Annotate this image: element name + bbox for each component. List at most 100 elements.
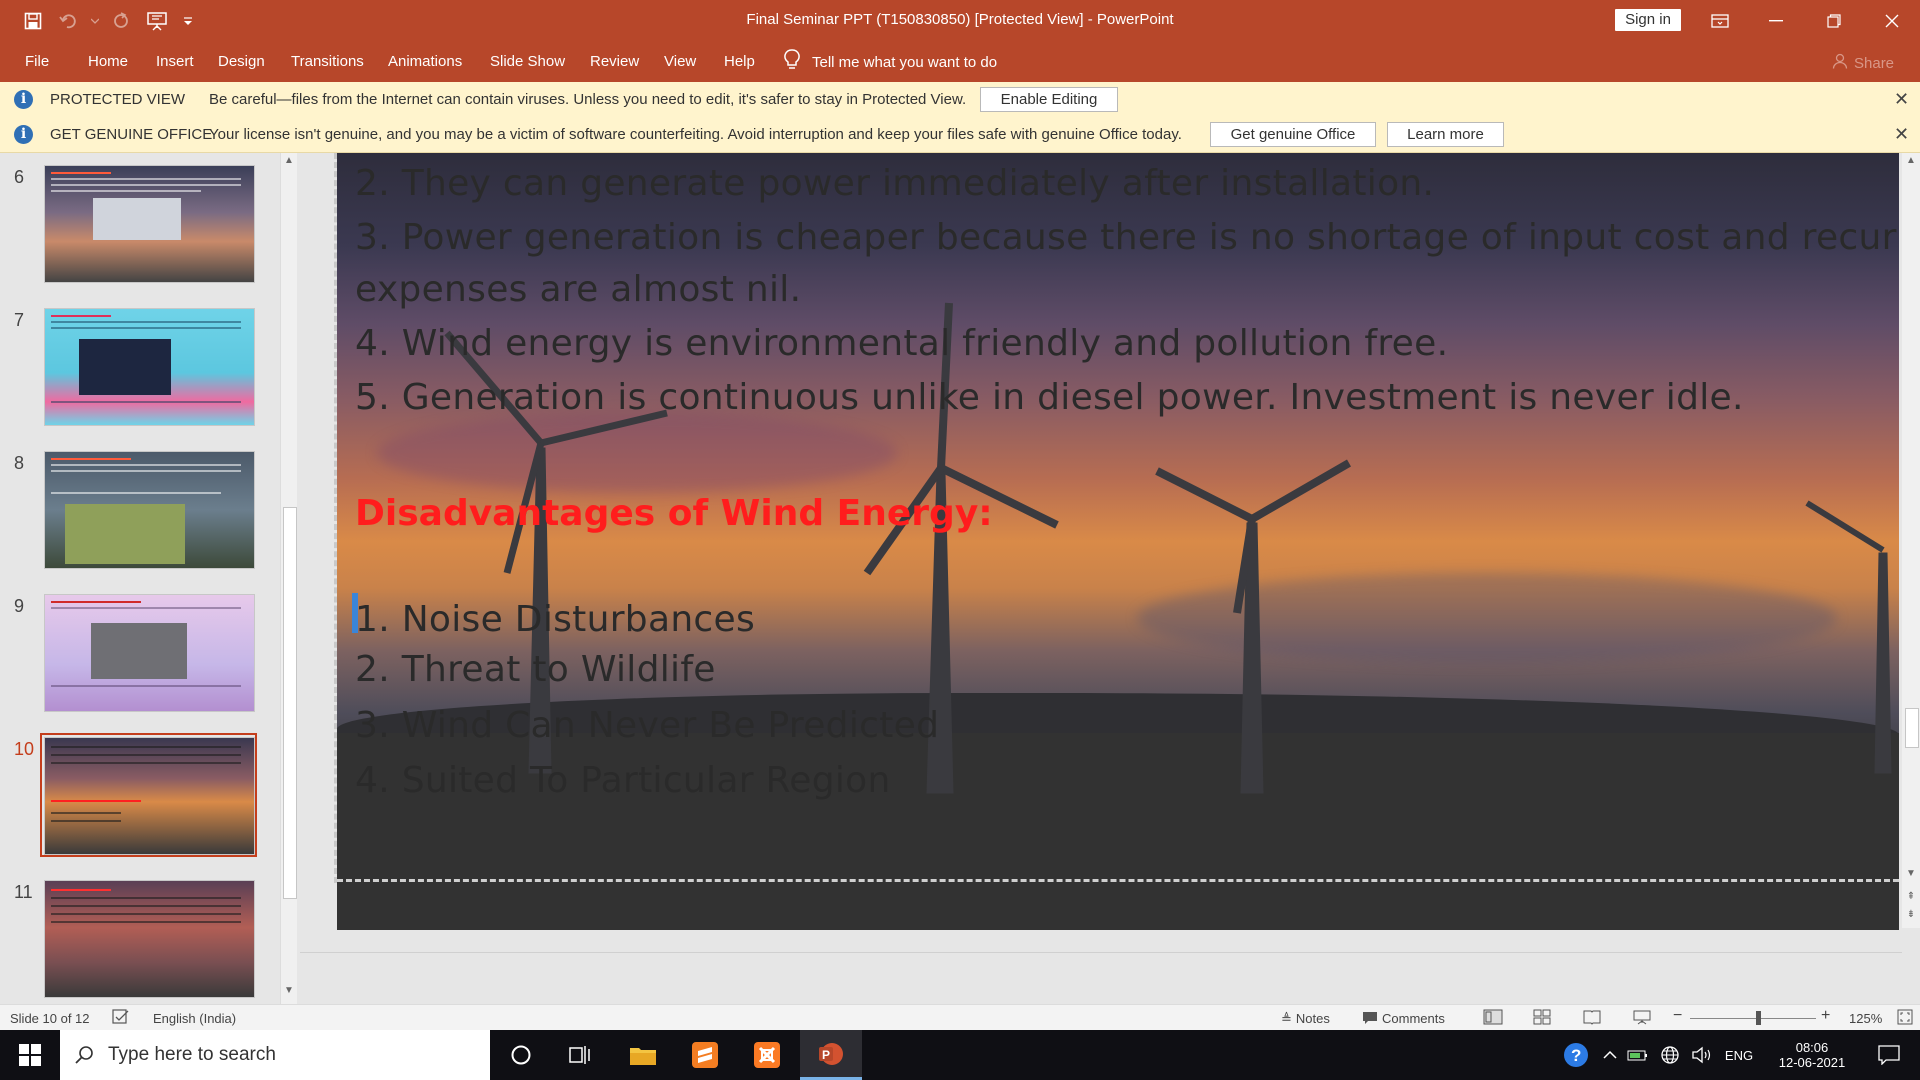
spelling-check-icon[interactable] — [112, 1009, 130, 1028]
ribbon-tabs: File Home Insert Design Transitions Anim… — [0, 41, 1920, 82]
tab-help[interactable]: Help — [724, 53, 755, 70]
svg-text:P: P — [822, 1048, 830, 1062]
taskbar-search-box[interactable]: Type here to search — [60, 1030, 490, 1080]
slide-thumbnail-image — [44, 165, 255, 283]
action-center-icon[interactable] — [1864, 1030, 1914, 1080]
clock[interactable]: 08:06 12-06-2021 — [1762, 1030, 1862, 1080]
ribbon-display-options-icon[interactable] — [1692, 0, 1748, 41]
slide-thumbnail-image — [44, 880, 255, 998]
slide-number: 8 — [14, 453, 25, 473]
clock-date: 12-06-2021 — [1778, 1055, 1846, 1070]
close-icon[interactable] — [1864, 0, 1920, 41]
share-label: Share — [1854, 54, 1895, 72]
help-tray-icon[interactable]: ? — [1560, 1030, 1592, 1080]
zoom-out-icon[interactable]: − — [1673, 1007, 1682, 1025]
normal-view-icon[interactable] — [1483, 1009, 1503, 1028]
slide-thumbnail[interactable]: 9 — [0, 588, 280, 713]
minimize-icon[interactable] — [1748, 0, 1804, 41]
scrollbar-handle[interactable] — [283, 507, 297, 899]
close-protected-bar-icon[interactable]: ✕ — [1894, 89, 1909, 110]
slide-text-line: 2. They can generate power immediately a… — [355, 163, 1435, 204]
zoom-slider[interactable] — [1690, 1018, 1816, 1019]
close-genuine-bar-icon[interactable]: ✕ — [1894, 124, 1909, 145]
enable-editing-button[interactable]: Enable Editing — [980, 87, 1118, 112]
tab-slide-show[interactable]: Slide Show — [490, 53, 565, 70]
battery-icon[interactable] — [1624, 1030, 1652, 1080]
share-button[interactable]: Share — [1832, 53, 1894, 73]
thumbnails-scrollbar[interactable]: ▲ ▼ — [280, 153, 297, 1004]
scroll-up-arrow-icon[interactable]: ▲ — [281, 155, 297, 171]
scroll-down-arrow-icon[interactable]: ▼ — [281, 985, 297, 1001]
text-box-border — [334, 153, 337, 883]
zoom-slider-handle[interactable] — [1756, 1011, 1761, 1025]
slide-thumbnail-image — [44, 308, 255, 426]
scrollbar-handle[interactable] — [1905, 708, 1919, 748]
info-icon: i — [14, 90, 33, 109]
cortana-icon[interactable] — [490, 1030, 552, 1080]
slide-text-line: 5. Generation is continuous unlike in di… — [355, 377, 1744, 418]
xampp-icon[interactable] — [736, 1030, 798, 1080]
tab-file[interactable]: File — [25, 53, 49, 70]
slide-number: 11 — [14, 882, 33, 902]
sublime-text-icon[interactable] — [674, 1030, 736, 1080]
slide-thumbnails-pane: 6 7 8 9 10 11 — [0, 153, 300, 1004]
slide-number: 7 — [14, 310, 25, 330]
input-language[interactable]: ENG — [1720, 1030, 1758, 1080]
tab-animations[interactable]: Animations — [388, 53, 462, 70]
notes-icon: ≜ — [1281, 1011, 1292, 1026]
tab-transitions[interactable]: Transitions — [291, 53, 364, 70]
windows-start-icon[interactable] — [0, 1030, 60, 1080]
protected-view-message: Be careful—files from the Internet can c… — [209, 91, 967, 108]
comments-button[interactable]: Comments — [1362, 1011, 1445, 1028]
windows-taskbar: Type here to search P ? ENG 08:06 12-06-… — [0, 1030, 1920, 1080]
sign-in-button[interactable]: Sign in — [1615, 9, 1681, 31]
slide-thumbnail[interactable]: 6 — [0, 159, 280, 284]
text-box-border — [337, 879, 1899, 882]
file-explorer-icon[interactable] — [612, 1030, 674, 1080]
tab-home[interactable]: Home — [88, 53, 128, 70]
search-placeholder: Type here to search — [108, 1044, 276, 1065]
previous-slide-icon[interactable]: ⇞ — [1903, 891, 1919, 907]
slide-sorter-icon[interactable] — [1533, 1009, 1551, 1028]
slide-canvas[interactable]: 2. They can generate power immediately a… — [337, 153, 1899, 930]
notes-divider[interactable] — [300, 952, 1902, 953]
slide-counter: Slide 10 of 12 — [10, 1011, 90, 1026]
slide-thumbnail[interactable]: 11 — [0, 874, 280, 999]
slide-heading: Disadvantages of Wind Energy: — [355, 493, 993, 534]
scroll-up-arrow-icon[interactable]: ▲ — [1903, 155, 1919, 171]
tell-me-search[interactable]: Tell me what you want to do — [784, 49, 997, 75]
slide-thumbnail-selected[interactable]: 10 — [0, 731, 280, 857]
volume-icon[interactable] — [1688, 1030, 1716, 1080]
learn-more-button[interactable]: Learn more — [1387, 122, 1504, 147]
get-genuine-office-button[interactable]: Get genuine Office — [1210, 122, 1376, 147]
zoom-in-icon[interactable]: + — [1821, 1007, 1830, 1025]
notes-button[interactable]: ≜ Notes — [1281, 1011, 1330, 1027]
slide-show-view-icon[interactable] — [1633, 1009, 1651, 1028]
slide-scrollbar[interactable]: ▲ ▼ ⇞ ⇟ — [1902, 153, 1920, 928]
language-indicator[interactable]: English (India) — [153, 1011, 236, 1026]
disadvantage-item: 4. Suited To Particular Region — [355, 760, 891, 801]
powerpoint-taskbar-icon[interactable]: P — [800, 1030, 862, 1080]
title-bar: Final Seminar PPT (T150830850) [Protecte… — [0, 0, 1920, 41]
slide-thumbnail[interactable]: 8 — [0, 445, 280, 570]
status-bar: Slide 10 of 12 English (India) ≜ Notes C… — [0, 1004, 1920, 1031]
slide-thumbnail-image — [44, 594, 255, 712]
protected-view-title: PROTECTED VIEW — [50, 91, 186, 108]
restore-icon[interactable] — [1806, 0, 1862, 41]
tab-view[interactable]: View — [664, 53, 696, 70]
scroll-down-arrow-icon[interactable]: ▼ — [1903, 868, 1919, 884]
show-hidden-icons-icon[interactable] — [1598, 1030, 1622, 1080]
reading-view-icon[interactable] — [1583, 1009, 1601, 1028]
task-view-icon[interactable] — [550, 1030, 612, 1080]
tab-design[interactable]: Design — [218, 53, 265, 70]
genuine-office-message: Your license isn't genuine, and you may … — [209, 126, 1182, 143]
network-globe-icon[interactable] — [1656, 1030, 1684, 1080]
zoom-level[interactable]: 125% — [1849, 1011, 1882, 1026]
next-slide-icon[interactable]: ⇟ — [1903, 909, 1919, 925]
fit-to-window-icon[interactable] — [1897, 1009, 1913, 1028]
comment-icon — [1362, 1011, 1378, 1028]
slide-thumbnail[interactable]: 7 — [0, 302, 280, 427]
slide-text-line: 3. Power generation is cheaper because t… — [355, 217, 1899, 258]
tab-review[interactable]: Review — [590, 53, 639, 70]
tab-insert[interactable]: Insert — [156, 53, 194, 70]
